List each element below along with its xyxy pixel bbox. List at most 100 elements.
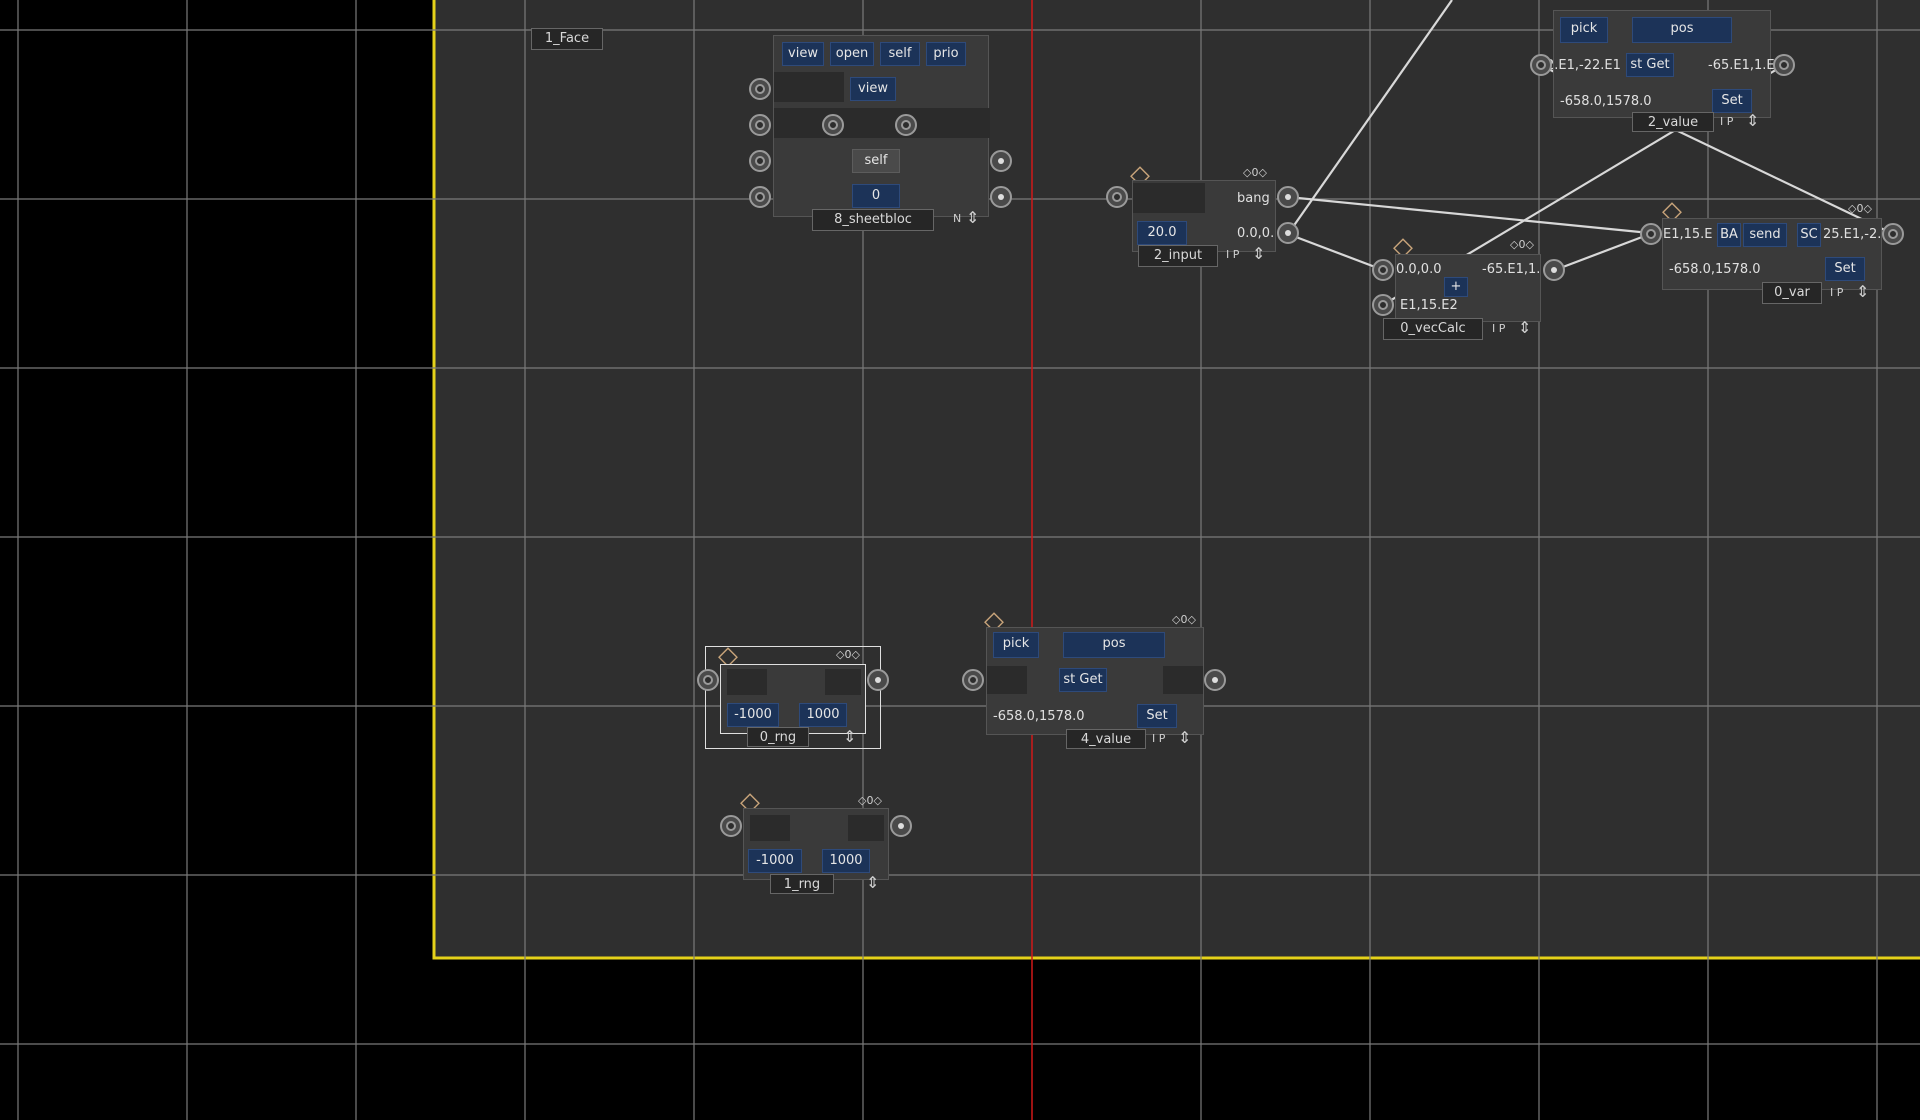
sheetbloc-inlet-4[interactable] (749, 186, 771, 208)
input-name-label[interactable]: 2_input (1138, 245, 1218, 267)
var-set-button[interactable]: Set (1825, 257, 1865, 281)
value4-flags: I P (1152, 732, 1166, 745)
value4-mid-cell-right (1163, 666, 1203, 694)
var-counter: ◇0◇ (1848, 202, 1872, 215)
veccalc-name-label[interactable]: 0_vecCalc (1383, 318, 1483, 340)
value4-set-button[interactable]: Set (1137, 704, 1177, 728)
value2-left-value: 2.E1,-22.E1 (1546, 58, 1621, 73)
value2-resize-icon[interactable]: ⇕ (1746, 111, 1759, 130)
value4-outlet[interactable] (1204, 669, 1226, 691)
veccalc-counter: ◇0◇ (1510, 238, 1534, 251)
sheetbloc-node[interactable]: view open self prio view self 0 (773, 35, 990, 217)
veccalc-inlet-1[interactable] (1372, 259, 1394, 281)
var-ba-button[interactable]: BA (1717, 223, 1741, 247)
sheetbloc-inlet-2[interactable] (749, 114, 771, 136)
var-left-value: E1,15.E (1663, 227, 1713, 242)
value2-node[interactable]: pick pos 2.E1,-22.E1 st Get -65.E1,1.E2 … (1546, 10, 1783, 118)
veccalc-b-value: -65.E1,1. (1482, 262, 1541, 277)
value2-set-button[interactable]: Set (1712, 89, 1752, 113)
sheetbloc-row-self-button[interactable]: self (852, 149, 900, 173)
value2-flags: I P (1720, 115, 1734, 128)
value2-outlet[interactable] (1773, 54, 1795, 76)
sheetbloc-inlet-2c[interactable] (895, 114, 917, 136)
rng1-node[interactable]: -1000 1000 (743, 808, 889, 880)
rng0-inlet[interactable] (697, 669, 719, 691)
rng1-inlet[interactable] (720, 815, 742, 837)
face-label[interactable]: 1_Face (531, 28, 603, 50)
value4-pos-button[interactable]: pos (1063, 632, 1165, 658)
rng0-outlet[interactable] (867, 669, 889, 691)
value4-pick-button[interactable]: pick (993, 632, 1039, 658)
var-coords: -658.0,1578.0 (1669, 262, 1761, 277)
input-outlet-2[interactable] (1277, 222, 1299, 244)
rng1-resize-icon[interactable]: ⇕ (866, 873, 879, 892)
rng0-node[interactable]: -1000 1000 (720, 664, 866, 734)
rng1-max-field[interactable]: 1000 (822, 849, 870, 873)
sheetbloc-row2-cell (774, 108, 990, 138)
sheetbloc-open-button[interactable]: open (830, 42, 874, 66)
value4-coords: -658.0,1578.0 (993, 709, 1085, 724)
rng0-min-field[interactable]: -1000 (727, 703, 779, 727)
sheetbloc-row-view-button[interactable]: view (850, 77, 896, 101)
input-counter: ◇0◇ (1243, 166, 1267, 179)
value2-pos-button[interactable]: pos (1632, 17, 1732, 43)
sheetbloc-view-button[interactable]: view (782, 42, 824, 66)
veccalc-resize-icon[interactable]: ⇕ (1518, 318, 1531, 337)
sheetbloc-inlet-2b[interactable] (822, 114, 844, 136)
var-flags: I P (1830, 286, 1844, 299)
input-node[interactable]: bang 20.0 0.0,0. (1132, 180, 1276, 252)
sheetbloc-inlet-1[interactable] (749, 78, 771, 100)
input-outlet-1[interactable] (1277, 186, 1299, 208)
value2-pick-button[interactable]: pick (1560, 17, 1608, 43)
var-node[interactable]: E1,15.E BA send SC 25.E1,-2. -658.0,1578… (1662, 218, 1882, 290)
rng0-name-label[interactable]: 0_rng (747, 727, 809, 747)
var-right-value: 25.E1,-2. (1823, 227, 1882, 242)
sheetbloc-self-button[interactable]: self (880, 42, 920, 66)
var-inlet[interactable] (1640, 223, 1662, 245)
veccalc-a-value: 0.0,0.0 (1396, 262, 1442, 277)
sheetbloc-inlet-3[interactable] (749, 150, 771, 172)
input-bang-label[interactable]: bang (1237, 190, 1270, 208)
veccalc-inlet-2[interactable] (1372, 294, 1394, 316)
var-send-button[interactable]: send (1743, 223, 1787, 247)
value2-right-value: -65.E1,1.E2 (1708, 58, 1783, 73)
veccalc-node[interactable]: 0.0,0.0 -65.E1,1. + E1,15.E2 (1395, 254, 1541, 322)
value2-get-button[interactable]: st Get (1626, 53, 1674, 77)
veccalc-c-value: E1,15.E2 (1400, 298, 1458, 313)
value2-inlet[interactable] (1530, 54, 1552, 76)
rng1-min-field[interactable]: -1000 (748, 849, 802, 873)
input-inlet[interactable] (1106, 186, 1128, 208)
value4-inlet[interactable] (962, 669, 984, 691)
workspace-area (432, 0, 1920, 960)
var-outlet[interactable] (1882, 223, 1904, 245)
sheetbloc-prio-button[interactable]: prio (926, 42, 966, 66)
var-resize-icon[interactable]: ⇕ (1856, 282, 1869, 301)
sheetbloc-value-field[interactable]: 0 (852, 184, 900, 208)
input-resize-icon[interactable]: ⇕ (1252, 244, 1265, 263)
value4-get-button[interactable]: st Get (1059, 668, 1107, 692)
input-out-value: 0.0,0. (1237, 226, 1275, 241)
var-name-label[interactable]: 0_var (1762, 282, 1822, 304)
rng1-name-label[interactable]: 1_rng (770, 874, 834, 894)
rng1-outlet[interactable] (890, 815, 912, 837)
rng1-top-cell-right (848, 815, 884, 841)
value4-resize-icon[interactable]: ⇕ (1178, 728, 1191, 747)
sheetbloc-row1-cell (774, 72, 844, 102)
rng0-resize-icon[interactable]: ⇕ (843, 727, 856, 746)
value4-name-label[interactable]: 4_value (1066, 729, 1146, 749)
rng0-top-cell-right (825, 669, 861, 695)
veccalc-flags: I P (1492, 322, 1506, 335)
sheetbloc-name-label[interactable]: 8_sheetbloc (812, 209, 934, 231)
input-value-field[interactable]: 20.0 (1137, 221, 1187, 245)
input-top-cell (1133, 183, 1205, 213)
sheetbloc-resize-icon[interactable]: ⇕ (966, 208, 979, 227)
veccalc-op-button[interactable]: + (1444, 277, 1468, 297)
value4-counter: ◇0◇ (1172, 613, 1196, 626)
rng0-max-field[interactable]: 1000 (799, 703, 847, 727)
sheetbloc-outlet-1[interactable] (990, 150, 1012, 172)
value2-name-label[interactable]: 2_value (1632, 112, 1714, 132)
value4-node[interactable]: pick pos st Get -658.0,1578.0 Set (986, 627, 1204, 735)
veccalc-outlet[interactable] (1543, 259, 1565, 281)
var-sc-button[interactable]: SC (1797, 223, 1821, 247)
sheetbloc-outlet-2[interactable] (990, 186, 1012, 208)
